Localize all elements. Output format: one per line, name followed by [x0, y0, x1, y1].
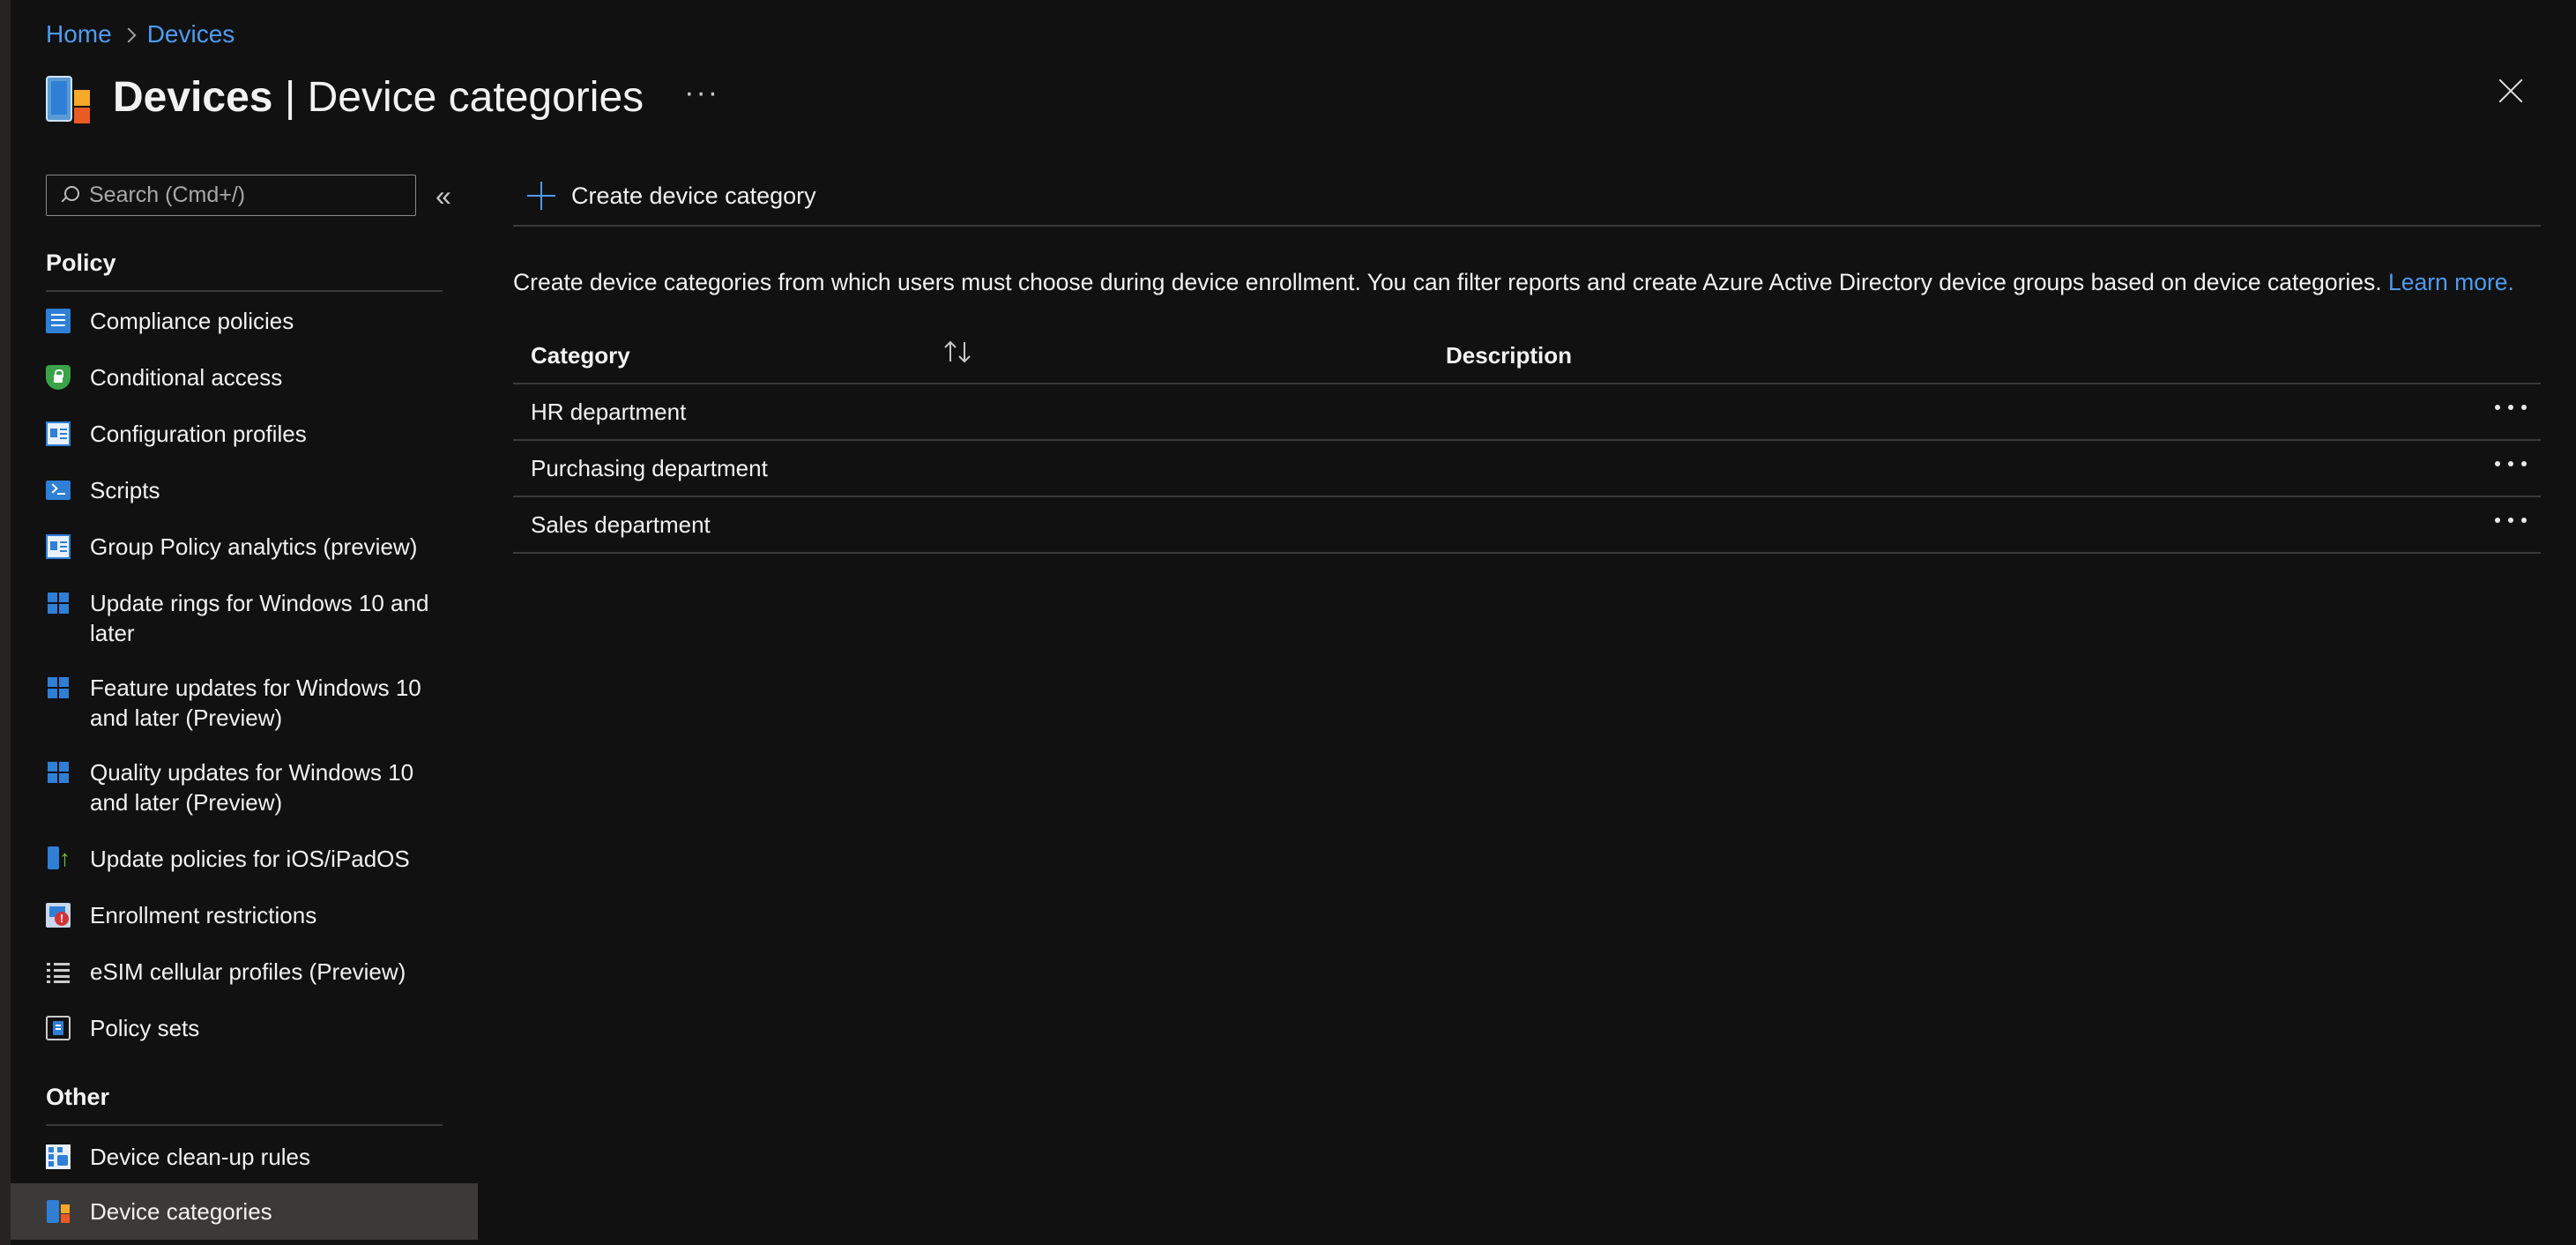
create-device-category-button[interactable]: Create device category — [513, 175, 816, 217]
description-text: Create device categories from which user… — [513, 269, 2389, 295]
search-input[interactable] — [89, 183, 406, 208]
device-categories-icon — [46, 1199, 71, 1224]
sidebar-item-label: Device clean-up rules — [90, 1144, 311, 1170]
sidebar-item-label: Configuration profiles — [90, 421, 307, 447]
sidebar-item-policy-sets[interactable]: Policy sets — [11, 1013, 478, 1043]
page-title-service: Devices — [113, 73, 273, 121]
table-row[interactable]: Sales department — [513, 497, 2541, 554]
sidebar-item-configuration-profiles[interactable]: Configuration profiles — [11, 419, 478, 449]
toolbar-divider — [513, 225, 2541, 227]
windows-icon — [46, 591, 71, 615]
sidebar-item-label: Quality updates for Windows 10 and later… — [90, 759, 414, 816]
create-device-category-label: Create device category — [571, 182, 816, 209]
page-header: Devices | Device categories ··· — [46, 63, 719, 130]
search-icon — [57, 184, 80, 207]
sidebar-item-label: Enrollment restrictions — [90, 902, 317, 928]
close-button[interactable] — [2495, 75, 2527, 107]
sidebar-search[interactable] — [46, 175, 416, 216]
shield-lock-icon — [46, 365, 71, 390]
sidebar-item-label: Policy sets — [90, 1015, 200, 1041]
sidebar-item-enrollment-restrictions[interactable]: Enrollment restrictions — [11, 900, 478, 930]
learn-more-link[interactable]: Learn more. — [2388, 269, 2514, 295]
sort-icon[interactable] — [942, 339, 977, 370]
column-header-description[interactable]: Description — [1439, 342, 1572, 369]
enrollment-restriction-icon — [46, 903, 71, 928]
category-cell: Sales department — [531, 511, 711, 538]
table-row[interactable]: HR department — [513, 384, 2541, 441]
sidebar-item-device-categories[interactable]: Device categories — [11, 1183, 478, 1240]
configuration-icon — [46, 421, 71, 446]
list-icon — [46, 959, 71, 984]
policy-set-icon — [46, 1016, 71, 1040]
sidebar-item-label: Group Policy analytics (preview) — [90, 533, 418, 560]
sidebar-item-label: Scripts — [90, 477, 160, 503]
page-title-blade: | Device categories — [272, 73, 644, 121]
script-icon — [46, 481, 71, 500]
breadcrumb-home-link[interactable]: Home — [46, 20, 112, 48]
sidebar-item-update-rings[interactable]: Update rings for Windows 10 and later — [11, 588, 478, 648]
sidebar-item-label: Update policies for iOS/iPadOS — [90, 846, 410, 872]
sidebar-item-update-policies-ios[interactable]: Update policies for iOS/iPadOS — [11, 843, 478, 874]
more-options-button[interactable]: ··· — [684, 76, 719, 110]
section-divider — [46, 1124, 443, 1126]
sidebar-item-compliance-policies[interactable]: Compliance policies — [11, 306, 478, 336]
cleanup-rules-icon — [46, 1144, 71, 1169]
sidebar-item-scripts[interactable]: Scripts — [11, 475, 478, 505]
windows-icon — [46, 675, 71, 700]
breadcrumb: Home Devices — [46, 19, 235, 49]
windows-icon — [46, 760, 71, 785]
section-divider — [46, 290, 443, 292]
table-row[interactable]: Purchasing department — [513, 441, 2541, 497]
device-categories-icon — [46, 76, 93, 129]
left-edge-strip — [0, 0, 11, 1245]
phone-update-icon — [46, 843, 71, 873]
sidebar-item-label: eSIM cellular profiles (Preview) — [90, 958, 406, 985]
breadcrumb-devices-link[interactable]: Devices — [147, 20, 235, 48]
chevron-right-icon — [112, 21, 147, 48]
sidebar-item-esim-profiles[interactable]: eSIM cellular profiles (Preview) — [11, 957, 478, 987]
page-title: Devices | Device categories — [113, 73, 644, 122]
row-more-options-button[interactable] — [2495, 510, 2527, 531]
plus-icon — [527, 182, 555, 210]
sidebar-item-label: Device categories — [90, 1198, 272, 1225]
sidebar-item-label: Update rings for Windows 10 and later — [90, 590, 429, 646]
sidebar-item-group-policy-analytics[interactable]: Group Policy analytics (preview) — [11, 532, 478, 562]
row-more-options-button[interactable] — [2495, 453, 2527, 474]
category-cell: HR department — [531, 398, 687, 425]
sidebar-item-label: Compliance policies — [90, 308, 294, 334]
collapse-sidebar-button[interactable]: « — [436, 180, 451, 212]
sidebar-item-feature-updates[interactable]: Feature updates for Windows 10 and later… — [11, 673, 478, 733]
page-description: Create device categories from which user… — [513, 269, 2514, 296]
section-title-other: Other — [46, 1084, 110, 1110]
configuration-icon — [46, 534, 71, 559]
category-cell: Purchasing department — [531, 454, 768, 481]
sidebar-item-conditional-access[interactable]: Conditional access — [11, 362, 478, 392]
sidebar-item-label: Feature updates for Windows 10 and later… — [90, 675, 421, 731]
sidebar-item-label: Conditional access — [90, 364, 283, 391]
document-icon — [46, 309, 71, 333]
device-categories-table: Category Description HR department Purch… — [513, 328, 2541, 554]
section-title-policy: Policy — [46, 250, 116, 276]
sidebar-item-quality-updates[interactable]: Quality updates for Windows 10 and later… — [11, 757, 478, 817]
table-header: Category Description — [513, 328, 2541, 384]
row-more-options-button[interactable] — [2495, 397, 2527, 418]
sidebar-item-device-cleanup-rules[interactable]: Device clean-up rules — [11, 1142, 478, 1172]
